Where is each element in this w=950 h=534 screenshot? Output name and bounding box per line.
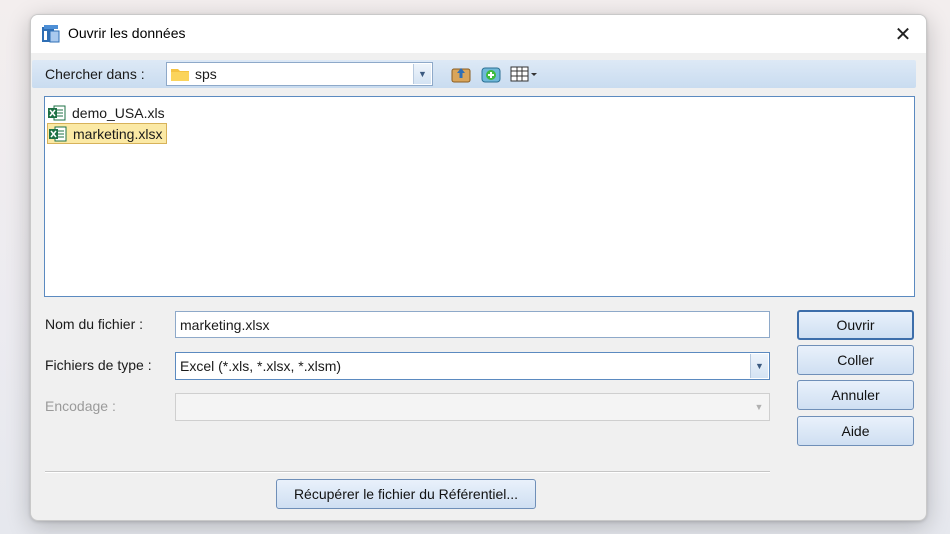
excel-file-icon	[48, 105, 66, 120]
open-button[interactable]: Ouvrir	[797, 310, 914, 340]
folder-icon	[171, 69, 189, 81]
view-menu-icon[interactable]	[510, 65, 540, 83]
paste-button[interactable]: Coller	[797, 345, 914, 375]
repository-button-label: Récupérer le fichier du Référentiel...	[293, 486, 519, 502]
open-button-label: Ouvrir	[836, 317, 875, 333]
file-item-demo-usa[interactable]: demo_USA.xls	[47, 102, 169, 123]
cancel-button[interactable]: Annuler	[797, 380, 914, 410]
spss-app-icon	[42, 25, 60, 43]
file-name: marketing.xlsx	[73, 125, 163, 142]
filetype-dropdown[interactable]: Excel (*.xls, *.xlsx, *.xlsm) ▼	[175, 352, 770, 380]
paste-button-label: Coller	[837, 352, 874, 368]
filename-input[interactable]: marketing.xlsx	[175, 311, 770, 338]
close-button[interactable]: ✕	[880, 15, 926, 53]
title-bar: Ouvrir les données ✕	[31, 15, 926, 53]
chevron-down-icon[interactable]: ▼	[413, 64, 431, 84]
file-list[interactable]: demo_USA.xls marketing.xlsx	[44, 96, 915, 297]
help-button-label: Aide	[841, 423, 870, 439]
chevron-down-icon: ▼	[750, 395, 768, 419]
dialog-title: Ouvrir les données	[68, 25, 186, 41]
filetype-label: Fichiers de type :	[45, 357, 152, 373]
close-icon: ✕	[894, 23, 912, 46]
chevron-down-icon[interactable]: ▼	[750, 354, 768, 378]
open-data-dialog: Ouvrir les données ✕ Chercher dans : sps…	[30, 14, 927, 521]
look-in-dropdown[interactable]: sps ▼	[166, 62, 433, 86]
look-in-toolbar	[32, 60, 916, 88]
encoding-dropdown: ▼	[175, 393, 770, 421]
look-in-value: sps	[195, 66, 217, 82]
excel-file-icon	[49, 126, 67, 141]
retrieve-from-repository-button[interactable]: Récupérer le fichier du Référentiel...	[276, 479, 536, 509]
file-item-marketing[interactable]: marketing.xlsx	[47, 123, 168, 144]
filename-label: Nom du fichier :	[45, 316, 144, 332]
filetype-value: Excel (*.xls, *.xlsx, *.xlsm)	[180, 358, 342, 374]
help-button[interactable]: Aide	[797, 416, 914, 446]
filename-value: marketing.xlsx	[180, 316, 270, 333]
up-one-level-icon[interactable]	[451, 65, 471, 83]
divider	[45, 471, 770, 473]
encoding-label: Encodage :	[45, 398, 116, 414]
cancel-button-label: Annuler	[831, 387, 880, 403]
look-in-label: Chercher dans :	[45, 66, 145, 82]
file-name: demo_USA.xls	[72, 104, 165, 121]
create-new-folder-icon[interactable]	[481, 65, 501, 83]
